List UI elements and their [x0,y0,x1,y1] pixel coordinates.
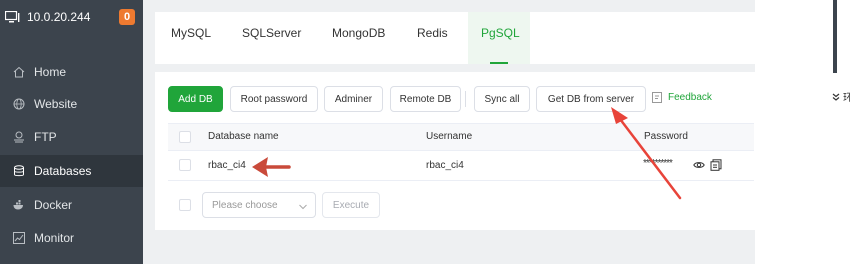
scrollbar[interactable] [833,0,837,73]
tab-sqlserver[interactable]: SQLServer [242,26,301,40]
batch-checkbox[interactable] [179,199,191,211]
double-chevron-down-icon [832,93,840,101]
ftp-icon [13,131,25,143]
batch-action-select[interactable]: Please choose [202,192,316,218]
monitor-icon [4,10,21,23]
home-icon [13,66,25,78]
globe-icon [13,98,25,110]
row-checkbox[interactable] [179,159,191,171]
sync-all-button[interactable]: Sync all [474,86,530,112]
sidebar-item-label: FTP [34,130,57,144]
chart-icon [13,232,25,244]
sidebar-item-label: Databases [34,164,92,178]
eye-icon[interactable] [693,159,705,171]
server-header[interactable]: 10.0.20.244 0 [0,0,143,34]
right-panel-label[interactable]: 环 [832,89,850,104]
sidebar-item-label: Monitor [34,231,75,245]
sidebar-item-ftp[interactable]: FTP [0,121,143,153]
tab-redis[interactable]: Redis [417,26,448,40]
sidebar-item-docker[interactable]: Docker [0,189,143,221]
sidebar-item-website[interactable]: Website [0,88,143,120]
adminer-button[interactable]: Adminer [324,86,383,112]
docker-icon [13,199,25,211]
database-name-cell[interactable]: rbac_ci4 [208,160,246,171]
username-cell: rbac_ci4 [426,160,464,171]
column-header-database-name[interactable]: Database name [208,131,279,142]
tab-mongodb[interactable]: MongoDB [332,26,385,40]
select-placeholder: Please choose [212,199,278,211]
sidebar-item-label: Docker [34,198,73,212]
password-cell: ********** [643,158,673,169]
column-header-password[interactable]: Password [644,131,688,142]
right-panel-label-text: 环 [843,93,850,104]
tab-mysql[interactable]: MySQL [171,26,211,40]
server-ip: 10.0.20.244 [27,10,91,24]
notification-badge[interactable]: 0 [119,9,135,25]
sidebar-item-monitor[interactable]: Monitor [0,222,143,254]
copy-icon[interactable] [710,159,722,171]
sidebar-item-label: Website [34,97,78,111]
sidebar: 10.0.20.244 0 Home Website FTP Databases… [0,0,143,264]
get-db-from-server-button[interactable]: Get DB from server [536,86,646,112]
sidebar-item-label: Home [34,65,67,79]
sidebar-item-home[interactable]: Home [0,56,143,88]
toolbar-divider [465,91,466,107]
active-tab-indicator [490,62,508,64]
root-password-button[interactable]: Root password [230,86,318,112]
database-icon [13,165,25,177]
tab-pgsql[interactable]: PgSQL [481,26,520,40]
feedback-icon [652,92,663,103]
add-db-button[interactable]: Add DB [168,86,223,112]
select-all-checkbox[interactable] [179,131,191,143]
feedback-link[interactable]: Feedback [652,92,712,103]
sidebar-item-databases[interactable]: Databases [0,155,143,187]
feedback-label: Feedback [668,92,712,103]
remote-db-button[interactable]: Remote DB [390,86,461,112]
column-header-username[interactable]: Username [426,131,472,142]
chevron-down-icon [299,202,307,210]
execute-button[interactable]: Execute [322,192,380,218]
